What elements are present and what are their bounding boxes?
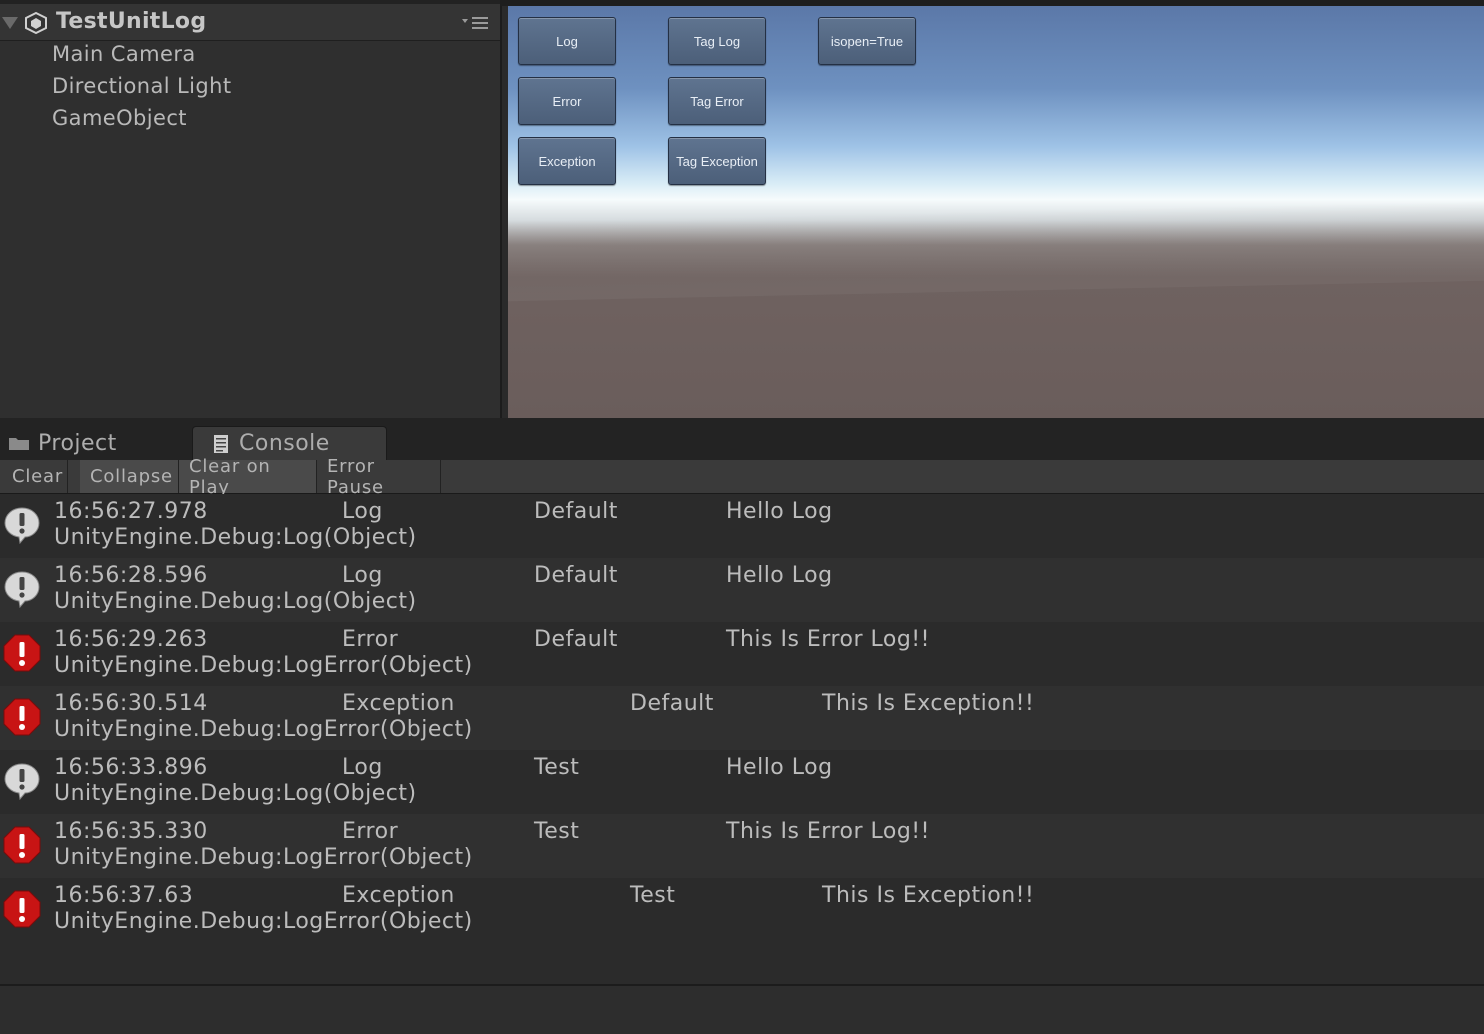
console-toolbar: Clear Collapse Clear on Play Error Pause (0, 456, 1484, 498)
log-message: Hello Log (726, 755, 833, 780)
error-icon (3, 698, 41, 736)
scene-title: TestUnitLog (56, 9, 207, 34)
clear-button[interactable]: Clear (2, 460, 68, 493)
info-icon (4, 571, 40, 608)
log-type: Error (342, 819, 399, 844)
hierarchy-panel: TestUnitLog Main Camera Directional Ligh… (0, 0, 502, 418)
log-button[interactable]: Log (518, 17, 616, 65)
log-tag: Test (534, 755, 580, 780)
log-tag: Default (534, 627, 618, 652)
exception-button[interactable]: Exception (518, 137, 616, 185)
hierarchy-item-main-camera[interactable]: Main Camera (52, 42, 196, 66)
log-row[interactable]: 16:56:30.514 Exception Default This Is Exce… (0, 686, 1484, 750)
log-message: Hello Log (726, 499, 833, 524)
log-type: Log (342, 499, 383, 524)
log-stacktrace: UnityEngine.Debug:LogError(Object) (54, 845, 473, 870)
error-button[interactable]: Error (518, 77, 616, 125)
log-time: 16:56:30.514 (54, 691, 208, 716)
log-message: This Is Error Log!! (726, 627, 930, 652)
log-tag: Default (534, 499, 618, 524)
log-message: Hello Log (726, 563, 833, 588)
hierarchy-item-directional-light[interactable]: Directional Light (52, 74, 231, 98)
console-icon (214, 434, 228, 453)
clear-on-play-button[interactable]: Clear on Play (179, 456, 317, 498)
tab-console-label: Console (239, 431, 330, 456)
log-message: This Is Error Log!! (726, 819, 930, 844)
log-tag: Default (534, 563, 618, 588)
hierarchy-item-gameobject[interactable]: GameObject (52, 106, 187, 130)
console-log-list[interactable]: 16:56:27.978 Log Default Hello Log UnityEngi… (0, 494, 1484, 984)
log-time: 16:56:27.978 (54, 499, 208, 524)
log-type: Log (342, 563, 383, 588)
game-view[interactable]: Log Tag Log isopen=True Error Tag Error … (508, 6, 1484, 418)
log-row[interactable]: 16:56:33.896 Log Test Hello Log UnityEngine.… (0, 750, 1484, 814)
log-message: This Is Exception!! (822, 883, 1035, 908)
log-stacktrace: UnityEngine.Debug:LogError(Object) (54, 909, 473, 934)
status-bar (0, 984, 1484, 1034)
error-icon (3, 890, 41, 928)
scene-header[interactable]: TestUnitLog (0, 4, 500, 41)
error-pause-button[interactable]: Error Pause (317, 456, 441, 498)
log-row[interactable]: 16:56:28.596 Log Default Hello Log UnityEngi… (0, 558, 1484, 622)
tab-project-label: Project (38, 430, 117, 456)
log-time: 16:56:28.596 (54, 563, 208, 588)
info-icon (4, 507, 40, 544)
log-message: This Is Exception!! (822, 691, 1035, 716)
error-icon (3, 826, 41, 864)
tag-exception-button[interactable]: Tag Exception (668, 137, 766, 185)
log-stacktrace: UnityEngine.Debug:Log(Object) (54, 781, 417, 806)
log-tag: Test (534, 819, 580, 844)
log-time: 16:56:29.263 (54, 627, 208, 652)
info-icon (4, 763, 40, 800)
log-type: Exception (342, 883, 455, 908)
ground-horizon (508, 200, 1484, 302)
log-tag: Default (630, 691, 714, 716)
tag-error-button[interactable]: Tag Error (668, 77, 766, 125)
log-type: Error (342, 627, 399, 652)
log-stacktrace: UnityEngine.Debug:LogError(Object) (54, 653, 473, 678)
scene-menu-icon[interactable] (462, 16, 490, 30)
fold-triangle-icon[interactable] (2, 17, 18, 29)
log-stacktrace: UnityEngine.Debug:LogError(Object) (54, 717, 473, 742)
tag-log-button[interactable]: Tag Log (668, 17, 766, 65)
log-tag: Test (630, 883, 676, 908)
log-row[interactable]: 16:56:35.330 Error Test This Is Error Log!!… (0, 814, 1484, 878)
log-type: Log (342, 755, 383, 780)
log-stacktrace: UnityEngine.Debug:Log(Object) (54, 589, 417, 614)
log-time: 16:56:37.63 (54, 883, 194, 908)
log-row[interactable]: 16:56:27.978 Log Default Hello Log UnityEngi… (0, 494, 1484, 558)
log-row[interactable]: 16:56:29.263 Error Default This Is Error Lo… (0, 622, 1484, 686)
log-stacktrace: UnityEngine.Debug:Log(Object) (54, 525, 417, 550)
log-type: Exception (342, 691, 455, 716)
log-time: 16:56:33.896 (54, 755, 208, 780)
collapse-button[interactable]: Collapse (80, 460, 179, 493)
isopen-button[interactable]: isopen=True (818, 17, 916, 65)
unity-logo-icon (25, 11, 47, 35)
error-icon (3, 634, 41, 672)
log-time: 16:56:35.330 (54, 819, 208, 844)
log-row[interactable]: 16:56:37.63 Exception Test This Is Exceptio… (0, 878, 1484, 942)
tab-project[interactable]: Project (8, 426, 117, 460)
folder-icon (9, 438, 29, 450)
